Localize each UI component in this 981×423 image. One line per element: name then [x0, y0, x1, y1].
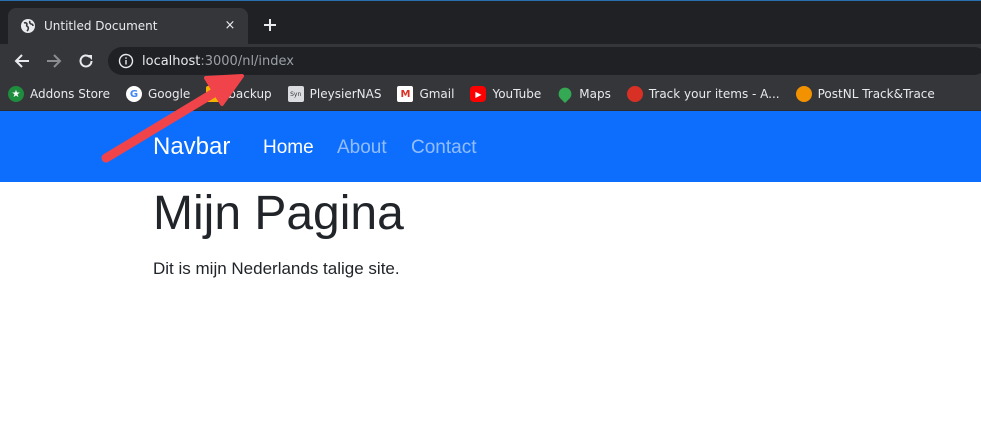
bookmark-postnl-track-trace[interactable]: PostNL Track&Trace [788, 80, 943, 108]
new-tab-button[interactable] [260, 15, 280, 35]
bookmark-pleysiernas[interactable]: Syn PleysierNAS [280, 80, 390, 108]
reload-icon [79, 54, 93, 68]
bookmarks-bar: ★ Addons Store G Google backup Syn PleysierNAS… [0, 78, 981, 111]
bookmark-gmail[interactable]: M Gmail [389, 80, 462, 108]
tracking-icon [626, 86, 643, 102]
addons-store-icon: ★ [8, 86, 24, 102]
postnl-icon [795, 86, 812, 102]
maps-pin-icon [556, 84, 575, 104]
synology-icon: Syn [287, 86, 304, 102]
bookmark-label: Gmail [419, 87, 455, 101]
reload-button[interactable] [76, 51, 96, 71]
bookmark-google[interactable]: G Google [118, 80, 198, 108]
page-title: Mijn Pagina [153, 187, 404, 240]
url-host: localhost [142, 53, 201, 69]
forward-arrow-icon [47, 54, 62, 68]
gmail-icon: M [397, 86, 414, 102]
browser-toolbar: localhost:3000/nl/index [0, 44, 981, 78]
bookmark-track-your-items-a[interactable]: Track your items - A... [619, 80, 788, 108]
back-arrow-icon [14, 54, 29, 68]
tab-close-icon[interactable]: × [222, 18, 238, 34]
tab-title: Untitled Document [44, 19, 158, 33]
site-navbar: Navbar Home About Contact [0, 111, 981, 182]
url-text[interactable]: localhost:3000/nl/index [142, 54, 294, 69]
bookmark-addons-store[interactable]: ★ Addons Store [0, 80, 118, 108]
bookmark-backup[interactable]: backup [198, 80, 279, 108]
bookmark-youtube[interactable]: ▶ YouTube [462, 80, 549, 108]
bookmark-label: Addons Store [30, 87, 110, 101]
bookmark-label: backup [228, 87, 272, 101]
forward-button[interactable] [44, 51, 64, 71]
youtube-icon: ▶ [470, 86, 487, 102]
nav-link-contact[interactable]: Contact [411, 137, 476, 159]
page-lead-text: Dit is mijn Nederlands talige site. [153, 259, 400, 278]
bookmark-label: YouTube [492, 87, 542, 101]
nav-link-home[interactable]: Home [263, 137, 314, 159]
plus-icon [264, 19, 276, 31]
bookmark-label: Google [147, 87, 191, 101]
bookmark-label: PostNL Track&Trace [817, 87, 935, 101]
navbar-brand[interactable]: Navbar [153, 133, 230, 161]
info-icon[interactable] [118, 53, 134, 69]
browser-tab-strip: Untitled Document × [0, 0, 981, 44]
bookmark-label: PleysierNAS [309, 87, 382, 101]
nav-link-about[interactable]: About [337, 137, 387, 159]
browser-tab[interactable]: Untitled Document × [8, 8, 248, 44]
bookmark-label: Track your items - A... [648, 87, 780, 101]
bookmark-maps[interactable]: Maps [549, 80, 619, 108]
google-icon: G [125, 86, 142, 102]
globe-icon [20, 18, 36, 34]
address-bar[interactable]: localhost:3000/nl/index [108, 47, 981, 75]
url-path: :3000/nl/index [200, 53, 294, 69]
back-button[interactable] [12, 51, 32, 71]
folder-icon [206, 86, 223, 102]
bookmark-label: Maps [579, 87, 611, 101]
